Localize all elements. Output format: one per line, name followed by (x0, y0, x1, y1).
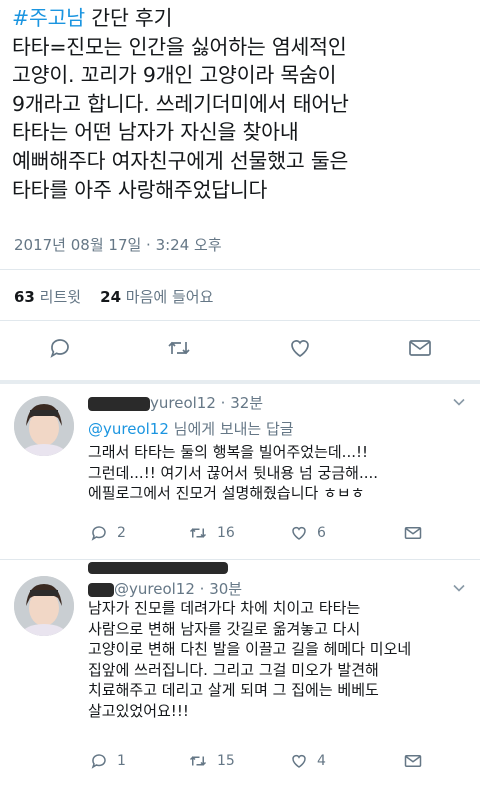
retweet-count: 15 (217, 753, 235, 769)
like-count: 6 (317, 525, 326, 541)
redaction-scribble (88, 396, 150, 411)
tweet-first-line-rest: 간단 후기 (84, 6, 173, 30)
mention-prefix: @ (88, 420, 103, 438)
reply-header: @yureol12 · 30분 (88, 560, 242, 599)
like-stat[interactable]: 24 마음에 들어요 (100, 288, 213, 306)
reply-button[interactable]: 1 (90, 752, 126, 770)
retweet-stat[interactable]: 63 리트윗 (14, 288, 81, 306)
reply-count: 2 (117, 525, 126, 541)
tweet-stats: 63 리트윗 24 마음에 들어요 (14, 286, 213, 307)
retweet-count: 16 (217, 525, 235, 541)
avatar[interactable] (14, 396, 74, 456)
mention-handle: yureol12 (103, 420, 169, 438)
reply-tweet[interactable]: yureol12 · 32분 @yureol12 님에게 보내는 답글 그래서 … (0, 384, 480, 554)
like-button[interactable]: 4 (290, 752, 326, 770)
retweet-button[interactable]: 15 (188, 752, 235, 770)
reply-handle[interactable]: yureol12 (150, 394, 216, 412)
envelope-icon (404, 755, 422, 767)
reply-text: 남자가 진모를 데려가다 차에 치이고 타타는 사람으로 변해 남자를 갓길로 … (88, 599, 412, 720)
tweet-text: #주고남 간단 후기 타타=진모는 인간을 싫어하는 염세적인 고양이. 꼬리가… (12, 4, 472, 204)
hashtag-link[interactable]: #주고남 (12, 6, 85, 30)
speech-bubble-icon (50, 339, 69, 358)
retweet-arrows-icon (168, 341, 190, 355)
heart-icon (291, 340, 309, 358)
retweet-label: 리트윗 (39, 288, 82, 306)
divider (0, 320, 480, 321)
retweet-count: 63 (14, 288, 35, 306)
reply-button[interactable] (48, 336, 72, 360)
chevron-down-icon (453, 398, 465, 406)
replying-to-handle[interactable]: @yureol12 (88, 420, 169, 438)
heart-icon (292, 754, 306, 768)
reply-handle[interactable]: @yureol12 (114, 580, 195, 598)
speech-bubble-icon (91, 526, 106, 541)
tweet-body: #주고남 간단 후기 타타=진모는 인간을 싫어하는 염세적인 고양이. 꼬리가… (12, 4, 472, 204)
reply-text: 그래서 타타는 둘의 행복을 빌어주었는데...!! 그런데...!! 여기서 … (88, 443, 379, 502)
reply-action-bar: 1 15 4 (0, 752, 480, 782)
replying-to: @yureol12 님에게 보내는 답글 (88, 418, 294, 439)
speech-bubble-icon (91, 754, 106, 769)
reply-button[interactable]: 2 (90, 524, 126, 542)
envelope-icon (409, 340, 431, 356)
avatar[interactable] (14, 576, 74, 636)
like-button[interactable]: 6 (290, 524, 326, 542)
more-options-button[interactable] (452, 394, 466, 413)
heart-icon (292, 526, 306, 540)
envelope-icon (404, 527, 422, 539)
reply-time[interactable]: · 32분 (221, 394, 263, 412)
direct-message-button[interactable] (404, 752, 422, 770)
like-button[interactable] (288, 336, 312, 360)
reply-count: 1 (117, 753, 126, 769)
retweet-arrows-icon (189, 528, 207, 538)
tweet-timestamp[interactable]: 2017년 08월 17일 · 3:24 오후 (14, 234, 222, 255)
tweet-text-body: 타타=진모는 인간을 싫어하는 염세적인 고양이. 꼬리가 9개인 고양이라 목… (12, 34, 349, 202)
reply-tweet[interactable]: @yureol12 · 30분 남자가 진모를 데려가다 차에 치이고 타타는 … (0, 560, 480, 786)
reply-action-bar: 2 16 6 (0, 524, 480, 554)
replying-to-suffix: 님에게 보내는 답글 (168, 420, 294, 438)
redaction-scribble (88, 561, 228, 574)
redaction-scribble (88, 582, 114, 597)
retweet-button[interactable] (166, 336, 192, 360)
reply-time[interactable]: · 30분 (200, 580, 242, 598)
direct-message-button[interactable] (408, 336, 432, 360)
reply-header: yureol12 · 32분 (88, 392, 263, 413)
like-count: 24 (100, 288, 122, 306)
chevron-down-icon (453, 584, 465, 592)
tweet-action-bar (0, 336, 480, 366)
like-count: 4 (317, 753, 326, 769)
retweet-button[interactable]: 16 (188, 524, 235, 542)
like-label: 마음에 들어요 (125, 288, 214, 306)
more-options-button[interactable] (452, 580, 466, 599)
divider (0, 269, 480, 270)
retweet-arrows-icon (189, 756, 207, 766)
direct-message-button[interactable] (404, 524, 422, 542)
